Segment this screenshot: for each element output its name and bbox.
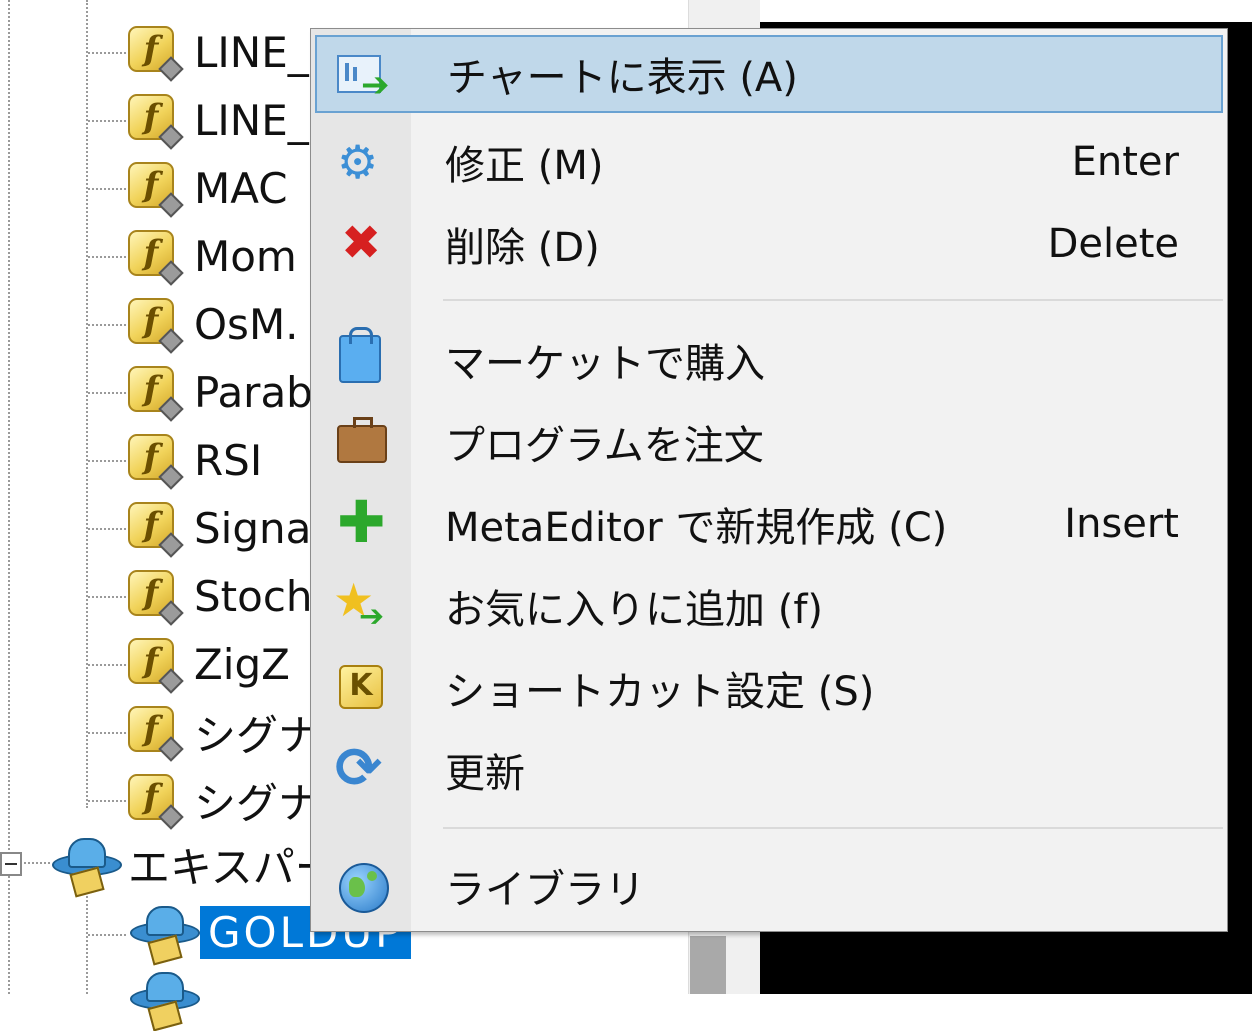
tree-item-expert[interactable] xyxy=(128,966,200,1031)
tree-guide-line xyxy=(88,188,126,190)
menu-item-delete[interactable]: ✖ 削除 (D) Delete xyxy=(315,205,1223,283)
chart-top-strip xyxy=(760,0,1252,22)
custom-indicator-icon: f xyxy=(128,162,184,218)
custom-indicator-icon: f xyxy=(128,26,184,82)
tree-item-indicator[interactable]: f LINE_ xyxy=(128,88,309,152)
menu-separator xyxy=(443,299,1223,301)
custom-indicator-icon: f xyxy=(128,298,184,354)
menu-item-label: お気に入りに追加 (f) xyxy=(445,587,824,633)
menu-item-shortcut: Insert xyxy=(1064,501,1179,547)
tree-guide-line xyxy=(88,800,126,802)
tree-item-label: ZigZ xyxy=(194,639,290,689)
tree-guide-line xyxy=(86,880,88,994)
menu-item-label: プログラムを注文 xyxy=(445,423,764,469)
show-on-chart-icon: ➔ xyxy=(317,35,409,113)
tree-item-label: Parab xyxy=(194,367,313,417)
tree-guide-line xyxy=(88,256,126,258)
menu-item-show-on-chart[interactable]: ➔ チャートに表示 (A) xyxy=(315,35,1223,113)
menu-item-label: 更新 xyxy=(445,751,525,797)
collapse-toggle[interactable] xyxy=(0,852,22,876)
custom-indicator-icon: f xyxy=(128,434,184,490)
menu-item-library[interactable]: ライブラリ xyxy=(315,847,1223,925)
tree-item-label: シグナ xyxy=(194,710,321,760)
menu-item-refresh[interactable]: ⟳ 更新 xyxy=(315,731,1223,809)
gear-icon: ⚙ xyxy=(337,135,379,189)
refresh-icon: ⟳ xyxy=(335,736,382,801)
tree-item-label: OsM. xyxy=(194,299,299,349)
tree-guide-line xyxy=(88,324,126,326)
expert-advisor-icon xyxy=(128,902,200,966)
tree-item-indicator[interactable]: f シグナ xyxy=(128,700,320,764)
menu-item-buy-in-market[interactable]: マーケットで購入 xyxy=(315,321,1223,399)
tree-folder-label: エキスパー xyxy=(128,842,337,892)
delete-x-icon: ✖ xyxy=(341,215,382,271)
hotkey-k-icon: K xyxy=(315,649,407,727)
tree-guide-line xyxy=(88,52,126,54)
custom-indicator-icon: f xyxy=(128,502,184,558)
tree-item-label: Stoch xyxy=(194,571,313,621)
menu-item-new-in-metaeditor[interactable]: ✚ MetaEditor で新規作成 (C) Insert xyxy=(315,485,1223,563)
tree-guide-line xyxy=(88,596,126,598)
tree-guide-line xyxy=(88,528,126,530)
tree-item-indicator[interactable]: f LINE_ xyxy=(128,20,309,84)
tree-guide-line xyxy=(88,120,126,122)
tree-item-label: Signa xyxy=(194,503,312,553)
tree-item-indicator[interactable]: f ZigZ xyxy=(128,632,290,696)
context-menu: ➔ チャートに表示 (A) ⚙ 修正 (M) Enter ✖ 削除 (D) De… xyxy=(310,28,1228,932)
tree-guide-line xyxy=(88,392,126,394)
tree-item-indicator[interactable]: f Stoch xyxy=(128,564,313,628)
expert-advisor-icon xyxy=(128,968,200,1031)
menu-item-label: ライブラリ xyxy=(445,867,645,913)
tree-item-indicator[interactable]: f MAC xyxy=(128,156,288,220)
menu-separator xyxy=(443,827,1223,829)
globe-icon xyxy=(315,847,407,925)
menu-item-shortcut: Enter xyxy=(1071,139,1179,185)
menu-item-label: 削除 (D) xyxy=(445,225,600,271)
tree-guide-line xyxy=(88,732,126,734)
custom-indicator-icon: f xyxy=(128,94,184,150)
menu-item-label: チャートに表示 (A) xyxy=(447,55,798,101)
menu-item-add-to-favorites[interactable]: ★ ➔ お気に入りに追加 (f) xyxy=(315,567,1223,645)
tree-guide-line xyxy=(20,862,50,864)
custom-indicator-icon: f xyxy=(128,366,184,422)
tree-item-indicator[interactable]: f OsM. xyxy=(128,292,299,356)
tree-item-label: Mom xyxy=(194,231,297,281)
expert-advisor-icon xyxy=(50,834,122,898)
plus-icon: ✚ xyxy=(337,488,386,556)
custom-indicator-icon: f xyxy=(128,570,184,626)
menu-item-label: マーケットで購入 xyxy=(445,341,765,387)
star-arrow-icon: ★ ➔ xyxy=(333,573,385,634)
tree-item-indicator[interactable]: f RSI xyxy=(128,428,262,492)
tree-item-indicator[interactable]: f Mom xyxy=(128,224,297,288)
tree-item-indicator[interactable]: f Parab xyxy=(128,360,313,424)
tree-item-label: シグナ xyxy=(194,778,321,828)
market-bag-icon xyxy=(315,321,407,399)
custom-indicator-icon: f xyxy=(128,230,184,286)
menu-item-label: MetaEditor で新規作成 (C) xyxy=(445,505,948,551)
tree-item-label: RSI xyxy=(194,435,263,485)
menu-item-label: 修正 (M) xyxy=(445,143,604,189)
tree-item-label: LINE_ xyxy=(194,95,309,145)
tree-guide-line xyxy=(88,664,126,666)
tree-folder-experts[interactable]: エキスパー xyxy=(50,832,337,898)
tree-guide-line xyxy=(8,0,10,994)
tree-item-label: LINE_ xyxy=(194,27,309,77)
tree-item-label: MAC xyxy=(194,163,288,213)
custom-indicator-icon: f xyxy=(128,706,184,762)
menu-item-shortcut-settings[interactable]: K ショートカット設定 (S) xyxy=(315,649,1223,727)
menu-item-label: ショートカット設定 (S) xyxy=(445,669,875,715)
tree-guide-line xyxy=(88,460,126,462)
menu-item-shortcut: Delete xyxy=(1047,221,1179,267)
tree-guide-line xyxy=(88,934,126,936)
tree-item-indicator[interactable]: f シグナ xyxy=(128,768,320,832)
custom-indicator-icon: f xyxy=(128,774,184,830)
menu-item-modify[interactable]: ⚙ 修正 (M) Enter xyxy=(315,123,1223,201)
custom-indicator-icon: f xyxy=(128,638,184,694)
menu-item-order-program[interactable]: プログラムを注文 xyxy=(315,403,1223,481)
tree-item-indicator[interactable]: f Signa xyxy=(128,496,311,560)
briefcase-icon xyxy=(315,403,407,481)
scrollbar-thumb[interactable] xyxy=(690,936,726,994)
